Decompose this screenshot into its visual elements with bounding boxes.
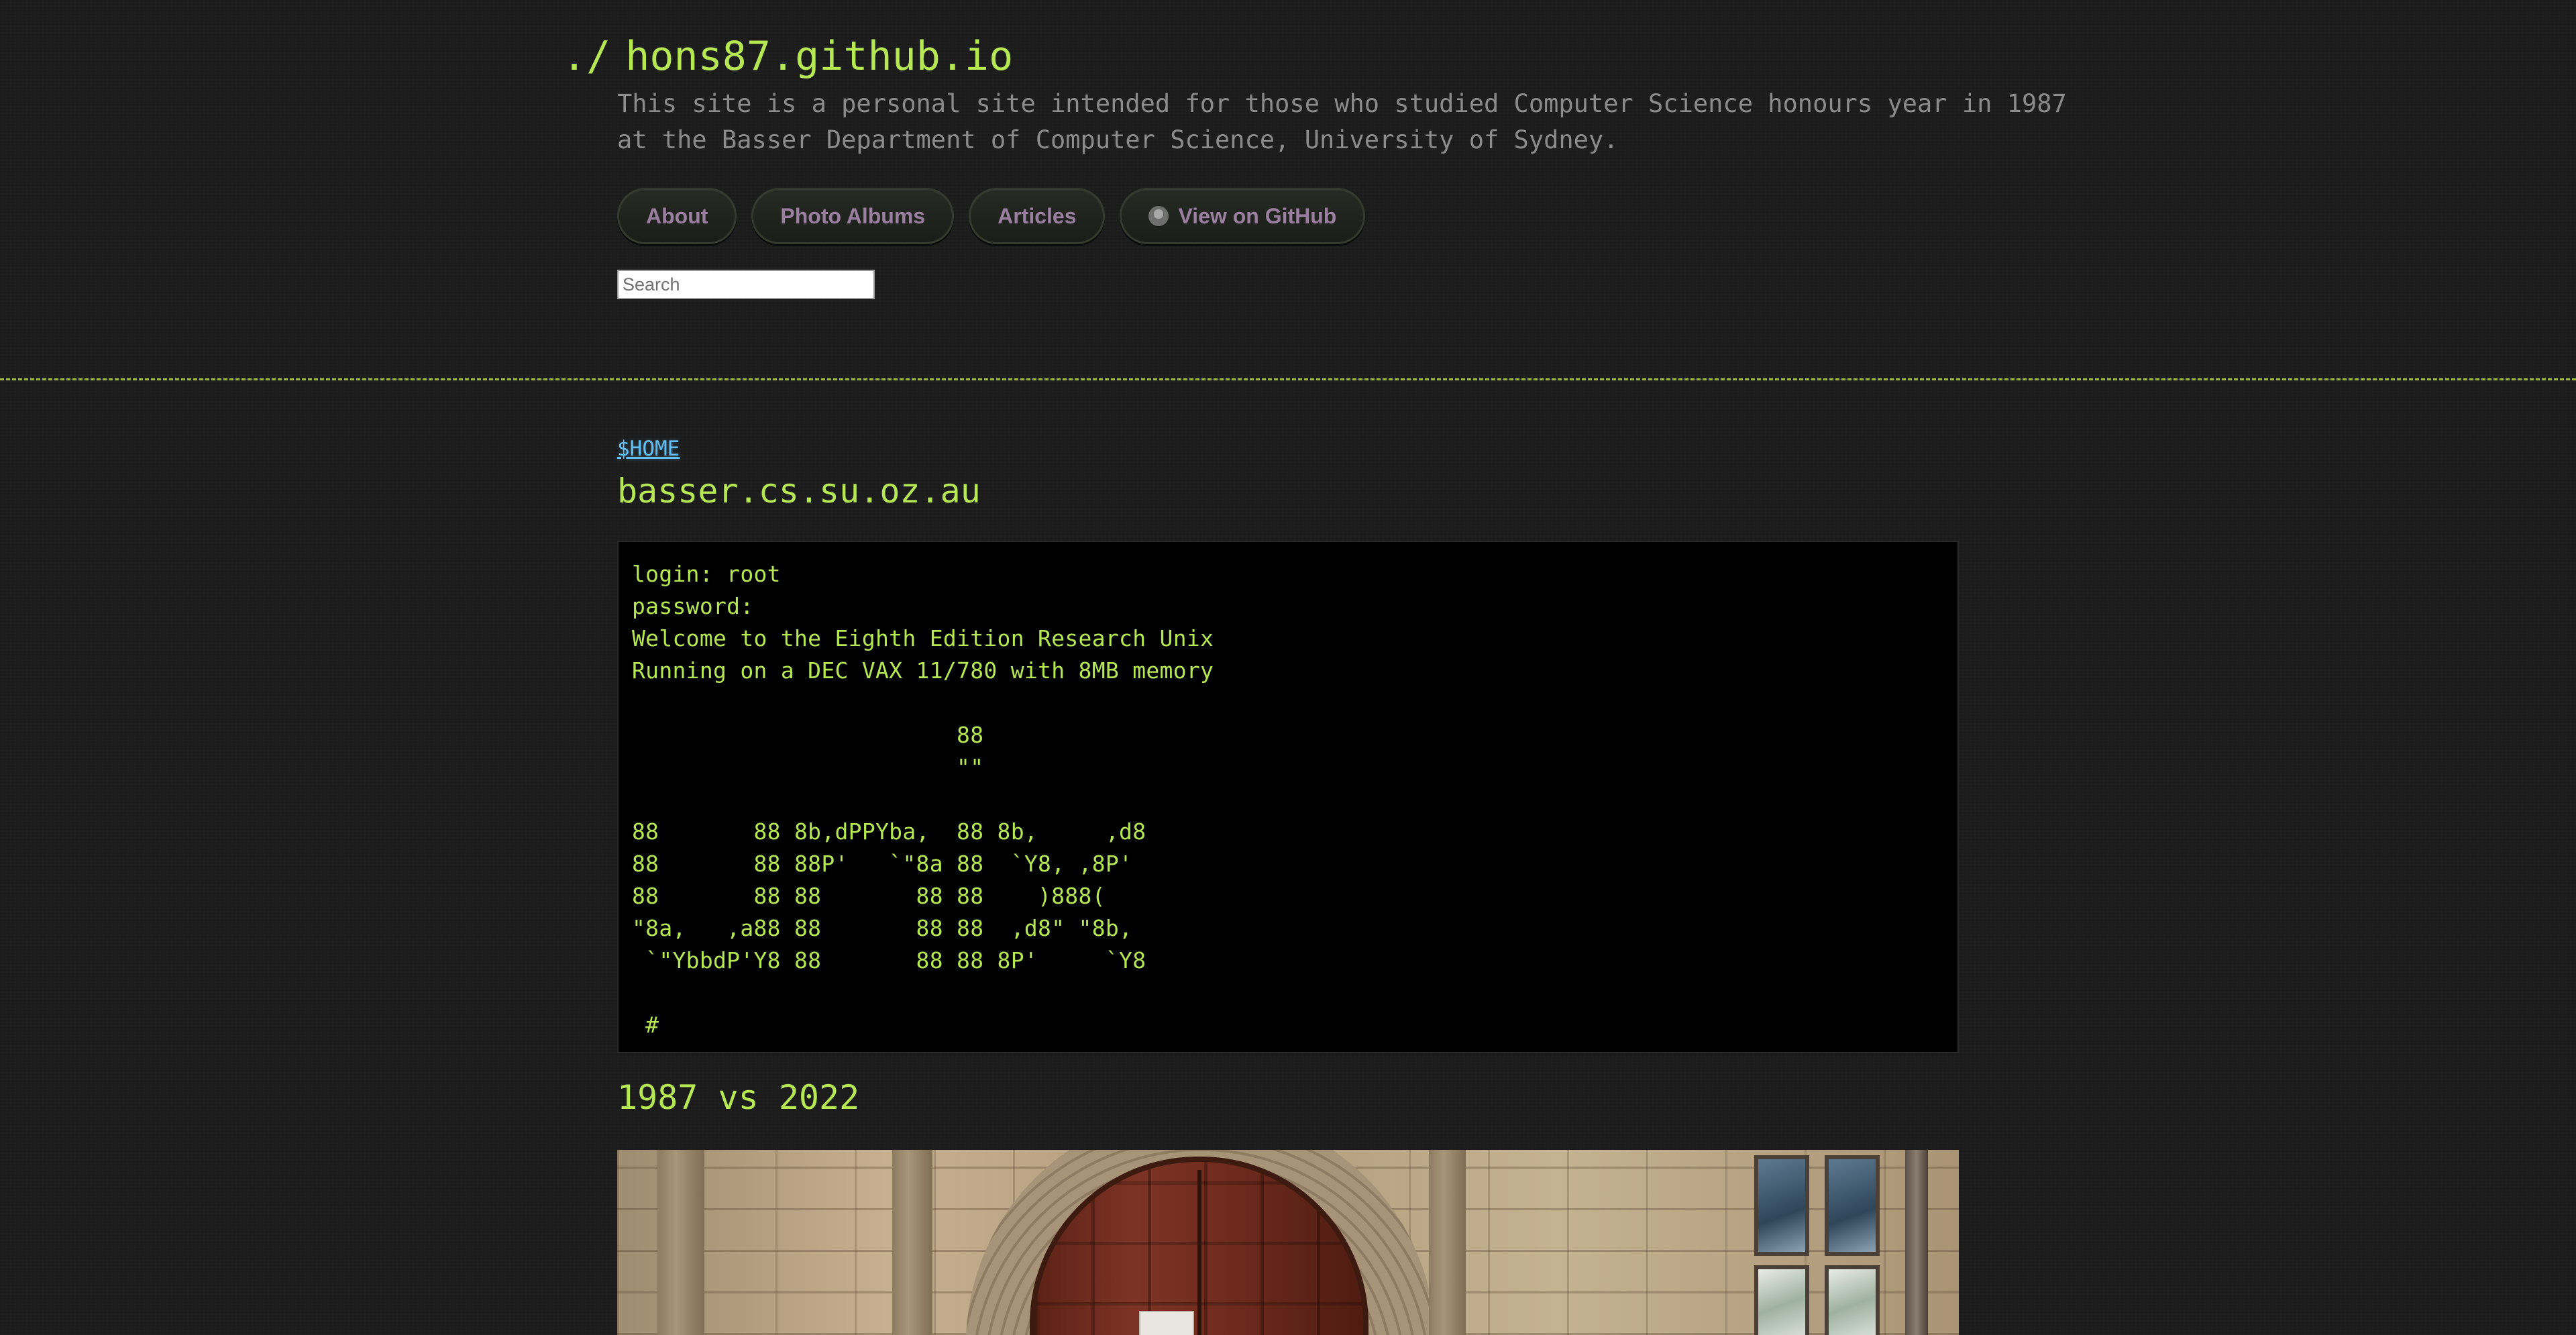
nav-articles-label: Articles (998, 203, 1077, 228)
title-prompt: ./ (562, 33, 611, 80)
site-description-line-2: at the Basser Department of Computer Sci… (617, 125, 1619, 154)
nav-photo-albums-button[interactable]: Photo Albums (751, 188, 955, 244)
site-description: This site is a personal site intended fo… (617, 86, 2067, 158)
view-on-github-label: View on GitHub (1178, 203, 1337, 228)
building-photo (617, 1150, 1959, 1335)
site-title[interactable]: ./ hons87.github.io (562, 30, 1013, 83)
photo-downpipe (1905, 1150, 1928, 1335)
nav-photo-albums-label: Photo Albums (780, 203, 926, 228)
section-title: 1987 vs 2022 (617, 1078, 860, 1117)
photo-window (1754, 1265, 1809, 1335)
home-breadcrumb-link[interactable]: $HOME (617, 435, 680, 463)
photo-notice (1139, 1311, 1194, 1335)
page-title: basser.cs.su.oz.au (617, 472, 981, 511)
photo-pillar (1429, 1150, 1466, 1335)
photo-window (1754, 1155, 1809, 1256)
main-nav: About Photo Albums Articles View on GitH… (617, 188, 1366, 246)
photo-window (1825, 1265, 1880, 1335)
nav-about-label: About (646, 203, 708, 228)
photo-door-split (1197, 1170, 1201, 1335)
nav-about-button[interactable]: About (617, 188, 737, 244)
terminal-text: login: root password: Welcome to the Eig… (632, 561, 1214, 1038)
view-on-github-button[interactable]: View on GitHub (1120, 188, 1366, 244)
photo-pillar (657, 1150, 704, 1335)
photo-pillar (892, 1150, 932, 1335)
site-title-text: hons87.github.io (625, 33, 1014, 80)
github-icon (1148, 206, 1169, 226)
nav-articles-button[interactable]: Articles (969, 188, 1106, 244)
photo-window (1825, 1155, 1880, 1256)
terminal-block: login: root password: Welcome to the Eig… (617, 541, 1959, 1053)
site-description-line-1: This site is a personal site intended fo… (617, 89, 2067, 118)
site-header: ./ hons87.github.io This site is a person… (0, 0, 2576, 380)
search-input[interactable] (617, 270, 875, 299)
